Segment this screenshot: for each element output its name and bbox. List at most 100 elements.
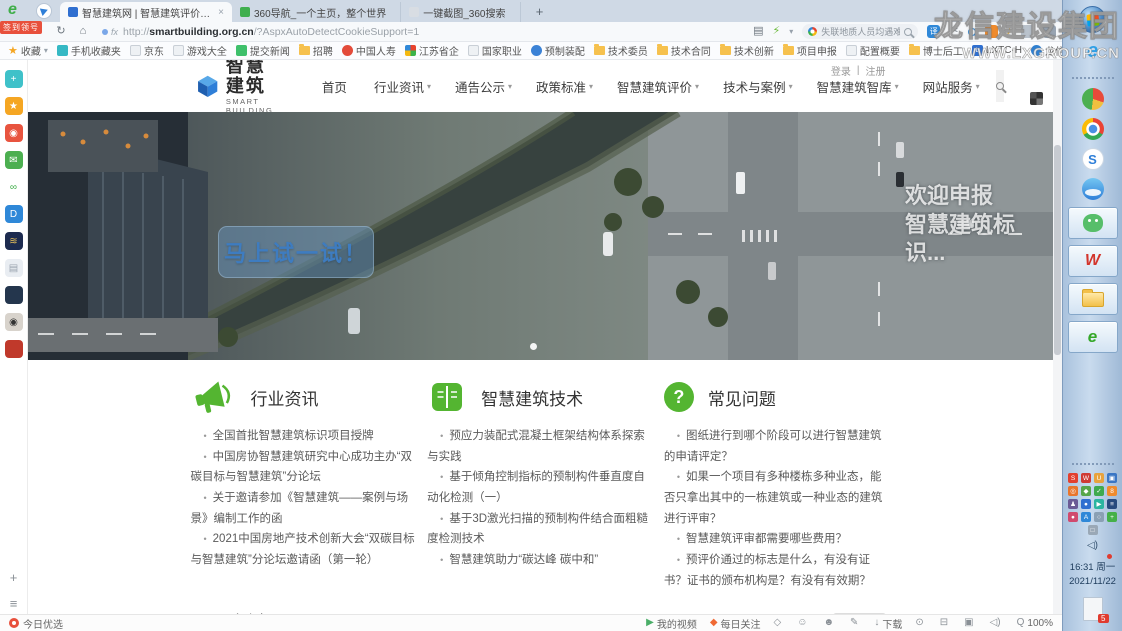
status-item[interactable]: ⊟ (940, 618, 951, 628)
file-explorer-window-button[interactable] (1068, 283, 1118, 315)
sidebar-app-icon[interactable] (5, 286, 23, 304)
find-in-page-icon[interactable] (968, 28, 976, 36)
tray-icon[interactable]: □ (1088, 525, 1098, 535)
status-item[interactable]: ▣ (964, 618, 976, 628)
games-icon[interactable] (985, 25, 998, 38)
bookmark-item[interactable]: 国家职业 (468, 43, 522, 58)
tray-icon[interactable]: ▣ (1107, 473, 1117, 483)
tech-item[interactable]: 基于倾角控制指标的预制构件垂直度自动化检测（一） (427, 467, 654, 508)
nav-item[interactable]: 智慧建筑智库 ▾ (805, 77, 911, 96)
bookmark-item[interactable]: 提交新闻 (236, 43, 290, 58)
nav-item[interactable]: 网站服务 ▾ (911, 77, 992, 96)
sidebar-app-icon[interactable]: + (5, 70, 23, 88)
sidebar-app-icon[interactable]: ◉ (5, 124, 23, 142)
nav-item[interactable]: 政策标准 ▾ (524, 77, 605, 96)
scrollbar-thumb[interactable] (1054, 145, 1061, 355)
nav-item[interactable]: 技术与案例 ▾ (711, 77, 805, 96)
url-fx-icon[interactable]: fx (111, 27, 118, 37)
news-item[interactable]: 中国房协智慧建筑研究中心成功主办“双碳目标与智慧建筑”分论坛 (191, 447, 418, 488)
bookmark-item[interactable]: 江苏省企 (405, 43, 459, 58)
notification-center-icon[interactable]: 5 (1083, 597, 1103, 621)
bookmark-item[interactable]: 游戏大全 (173, 43, 227, 58)
chrome-icon[interactable] (1082, 118, 1104, 140)
wps-window-button[interactable]: W (1068, 245, 1118, 277)
sidebar-app-icon[interactable]: ≋ (5, 232, 23, 250)
hero-carousel[interactable]: 马上试一试！ 欢迎申报 智慧建筑标 识... (28, 112, 1053, 360)
360-browser-window-button[interactable]: e (1068, 321, 1118, 353)
browser-logo-icon[interactable]: e (8, 1, 17, 19)
sidebar-app-icon[interactable]: ✉ (5, 151, 23, 169)
status-item[interactable]: ▶ 我的视频 (646, 616, 697, 631)
speed-boost-icon[interactable] (773, 26, 781, 37)
bookmark-item[interactable]: 技术委员 (594, 43, 648, 58)
favorites-button[interactable]: 收藏 (8, 43, 48, 58)
sidebar-app-icon[interactable]: ∞ (5, 178, 23, 196)
tray-icon[interactable]: ▶ (1094, 499, 1104, 509)
new-tab-button[interactable]: + (531, 4, 549, 19)
status-item[interactable]: ↓ 下载 (874, 616, 902, 631)
taskbar-grip[interactable] (1071, 462, 1115, 467)
home-button[interactable] (72, 26, 94, 37)
bookmark-item[interactable]: 手机收藏夹 (57, 43, 121, 58)
status-item[interactable]: ◆ 每日关注 (710, 616, 761, 631)
bookmark-item[interactable]: 预制装配 (531, 43, 585, 58)
tech-item[interactable]: 基于3D激光扫描的预制构件结合面粗糙度检测技术 (427, 509, 654, 550)
sidebar-app-icon[interactable]: ★ (5, 97, 23, 115)
nav-item[interactable]: 智慧建筑评价 ▾ (605, 77, 711, 96)
close-icon[interactable]: × (218, 7, 224, 18)
status-item[interactable]: ☻ (823, 618, 837, 628)
sidebar-menu-icon[interactable] (10, 597, 18, 610)
chevron-down-icon[interactable] (789, 26, 793, 37)
bookmark-item[interactable]: 中国人寿 (342, 43, 396, 58)
register-link[interactable]: 注册 (866, 63, 886, 78)
tech-item[interactable]: 智慧建筑助力“碳达峰 碳中和” (427, 550, 654, 571)
nav-item[interactable]: 行业资讯 ▾ (362, 77, 443, 96)
sogou-browser-icon[interactable]: S (1082, 148, 1104, 170)
sidebar-app-icon[interactable] (5, 340, 23, 358)
search-hotword[interactable]: 失联地质人员均遇难 (821, 25, 900, 38)
browser-tab[interactable]: 360导航_一个主页，整个世界 (232, 2, 401, 22)
status-item[interactable]: ☺ (797, 618, 810, 628)
browser-tab[interactable]: 一键截图_360搜索 (401, 2, 520, 22)
tray-icon[interactable]: ≡ (1107, 499, 1117, 509)
try-now-button[interactable]: 马上试一试！ (218, 226, 374, 278)
bookmark-item[interactable]: 技术创新 (720, 43, 774, 58)
bookmark-item[interactable]: 博士后工 (909, 43, 963, 58)
edge-browser-icon[interactable] (1082, 178, 1104, 200)
status-item[interactable]: ◁) (990, 618, 1004, 628)
tray-icon[interactable]: U (1094, 473, 1104, 483)
url-text[interactable]: http://smartbuilding.org.cn/?AspxAutoDet… (123, 26, 419, 38)
bookmark-item[interactable]: L LXTC-H (972, 43, 1022, 58)
search-icon[interactable] (904, 28, 912, 36)
chevron-down-icon[interactable] (44, 45, 48, 56)
sidebar-app-icon[interactable]: D (5, 205, 23, 223)
menu-icon[interactable] (1043, 25, 1056, 38)
address-bar[interactable]: fx http://smartbuilding.org.cn/?AspxAuto… (102, 26, 582, 38)
internet-explorer-icon[interactable]: e (1087, 40, 1098, 63)
toolbar-search-box[interactable]: 失联地质人员均遇难 (802, 24, 918, 39)
add-icon[interactable] (10, 571, 18, 584)
tray-icon[interactable]: + (1107, 512, 1117, 522)
parrot-app-icon[interactable] (1082, 88, 1104, 110)
news-item[interactable]: 关于邀请参加《智慧建筑——案例与场景》编制工作的函 (191, 488, 418, 529)
screenshot-scissors-icon[interactable] (949, 26, 958, 37)
faq-item[interactable]: 智慧建筑评审都需要哪些费用？ (664, 529, 891, 550)
faq-item[interactable]: 预评价通过的标志是什么，有没有证书？证书的颁布机构是？有没有有效期？ (664, 550, 891, 591)
status-item[interactable]: ⊙ (915, 618, 926, 628)
tray-icon[interactable]: ● (1068, 512, 1078, 522)
site-logo[interactable]: 智慧建筑 SMART BUILDING (196, 60, 284, 115)
music-icon[interactable] (1007, 26, 1013, 37)
nav-item[interactable]: 首页 (310, 77, 362, 96)
sidebar-app-icon[interactable]: ◉ (5, 313, 23, 331)
sidebar-app-icon[interactable]: ▤ (5, 259, 23, 277)
bookmark-item[interactable]: 龙信建设 (1031, 43, 1062, 58)
tray-icon[interactable]: ○ (1094, 512, 1104, 522)
news-item[interactable]: 2021中国房地产技术创新大会“双碳目标与智慧建筑”分论坛邀请函（第一轮） (191, 529, 418, 570)
taskbar-grip[interactable] (1071, 76, 1115, 81)
nav-item[interactable]: 通告公示 ▾ (443, 77, 524, 96)
daily-picks-label[interactable]: 今日优选 (23, 616, 63, 631)
bookmark-item[interactable]: 京东 (130, 43, 164, 58)
bookmark-item[interactable]: 技术合同 (657, 43, 711, 58)
tray-icon[interactable]: W (1081, 473, 1091, 483)
signin-promo-badge[interactable]: 签到领号 (0, 21, 42, 34)
